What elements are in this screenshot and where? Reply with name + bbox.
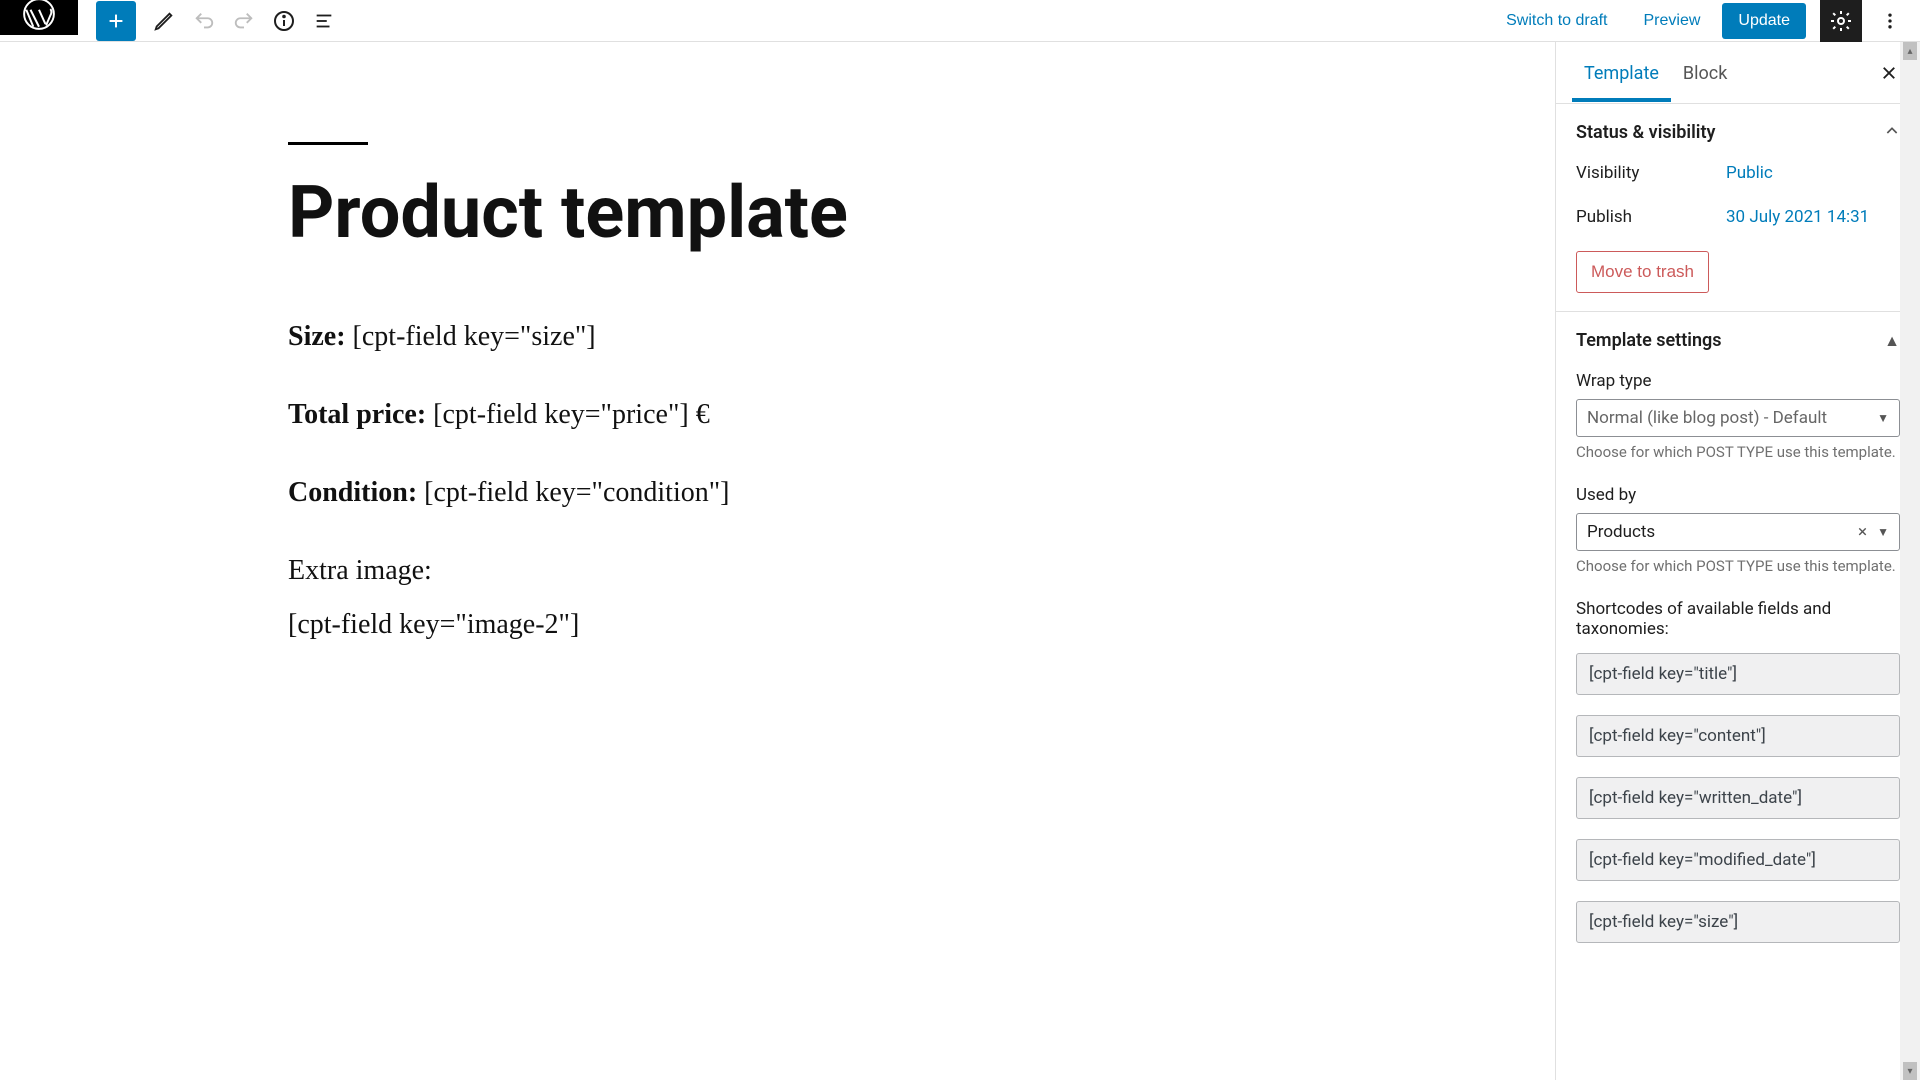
preview-button[interactable]: Preview bbox=[1630, 6, 1715, 36]
price-value: [cpt-field key="price"] € bbox=[426, 399, 710, 430]
condition-line[interactable]: Condition: [cpt-field key="condition"] bbox=[288, 477, 1555, 509]
add-block-button[interactable] bbox=[96, 1, 136, 41]
shortcode-box[interactable]: [cpt-field key="size"] bbox=[1576, 901, 1900, 943]
shortcode-box[interactable]: [cpt-field key="title"] bbox=[1576, 653, 1900, 695]
shortcode-box[interactable]: [cpt-field key="content"] bbox=[1576, 715, 1900, 757]
visibility-row: Visibility Public bbox=[1576, 163, 1900, 183]
chevron-up-icon bbox=[1884, 123, 1900, 143]
wrap-type-helper: Choose for which POST TYPE use this temp… bbox=[1576, 443, 1900, 461]
shortcodes-heading: Shortcodes of available fields and taxon… bbox=[1576, 599, 1900, 639]
tab-template[interactable]: Template bbox=[1572, 45, 1671, 101]
top-toolbar: Switch to draft Preview Update bbox=[0, 0, 1920, 42]
template-settings-panel: Template settings ▲ Wrap type Normal (li… bbox=[1556, 312, 1920, 981]
update-button[interactable]: Update bbox=[1722, 3, 1806, 39]
edit-tool-button[interactable] bbox=[144, 1, 184, 41]
title-separator bbox=[288, 142, 368, 145]
condition-value: [cpt-field key="condition"] bbox=[417, 477, 729, 508]
price-label: Total price: bbox=[288, 399, 426, 430]
used-by-value: Products bbox=[1587, 522, 1858, 542]
switch-to-draft-button[interactable]: Switch to draft bbox=[1492, 6, 1621, 36]
condition-label: Condition: bbox=[288, 477, 417, 508]
publish-value[interactable]: 30 July 2021 14:31 bbox=[1726, 207, 1869, 227]
wordpress-logo[interactable] bbox=[0, 0, 78, 35]
template-settings-title: Template settings bbox=[1576, 330, 1722, 351]
template-settings-header[interactable]: Template settings ▲ bbox=[1576, 330, 1900, 351]
sidebar-tabs: Template Block bbox=[1556, 42, 1920, 104]
list-view-button[interactable] bbox=[304, 1, 344, 41]
shortcode-box[interactable]: [cpt-field key="modified_date"] bbox=[1576, 839, 1900, 881]
clear-used-by-icon[interactable]: × bbox=[1858, 522, 1867, 542]
triangle-up-icon: ▲ bbox=[1884, 331, 1900, 351]
used-by-label: Used by bbox=[1576, 485, 1900, 505]
move-to-trash-button[interactable]: Move to trash bbox=[1576, 251, 1709, 293]
status-visibility-title: Status & visibility bbox=[1576, 122, 1715, 143]
status-visibility-header[interactable]: Status & visibility bbox=[1576, 122, 1900, 143]
post-title[interactable]: Product template bbox=[288, 175, 1555, 251]
price-line[interactable]: Total price: [cpt-field key="price"] € bbox=[288, 399, 1555, 431]
wrap-type-select[interactable]: Normal (like blog post) - Default ▼ bbox=[1576, 399, 1900, 437]
status-visibility-panel: Status & visibility Visibility Public Pu… bbox=[1556, 104, 1920, 312]
editor-canvas[interactable]: Product template Size: [cpt-field key="s… bbox=[0, 42, 1555, 1080]
settings-button[interactable] bbox=[1820, 0, 1862, 42]
settings-sidebar: Template Block Status & visibility Visib… bbox=[1555, 42, 1920, 1080]
extra-image-label-line[interactable]: Extra image: bbox=[288, 555, 1555, 587]
visibility-label: Visibility bbox=[1576, 163, 1726, 183]
used-by-select[interactable]: Products × ▼ bbox=[1576, 513, 1900, 551]
size-label: Size: bbox=[288, 321, 346, 352]
size-value: [cpt-field key="size"] bbox=[346, 321, 596, 352]
caret-down-icon: ▼ bbox=[1877, 525, 1889, 539]
publish-row: Publish 30 July 2021 14:31 bbox=[1576, 207, 1900, 227]
toolbar-left bbox=[0, 0, 344, 41]
size-line[interactable]: Size: [cpt-field key="size"] bbox=[288, 321, 1555, 353]
toolbar-right: Switch to draft Preview Update bbox=[1492, 0, 1910, 41]
info-button[interactable] bbox=[264, 1, 304, 41]
wrap-type-label: Wrap type bbox=[1576, 371, 1900, 391]
used-by-helper: Choose for which POST TYPE use this temp… bbox=[1576, 557, 1900, 575]
more-options-button[interactable] bbox=[1870, 1, 1910, 41]
undo-button bbox=[184, 1, 224, 41]
page-scrollbar[interactable]: ▴ ▾ bbox=[1900, 42, 1920, 1080]
workspace: Product template Size: [cpt-field key="s… bbox=[0, 42, 1920, 1080]
shortcode-box[interactable]: [cpt-field key="written_date"] bbox=[1576, 777, 1900, 819]
tab-block[interactable]: Block bbox=[1671, 45, 1739, 101]
scrollbar-up-arrow[interactable]: ▴ bbox=[1903, 42, 1917, 60]
scrollbar-down-arrow[interactable]: ▾ bbox=[1903, 1062, 1917, 1080]
caret-down-icon: ▼ bbox=[1877, 411, 1889, 425]
publish-label: Publish bbox=[1576, 207, 1726, 227]
redo-button bbox=[224, 1, 264, 41]
wrap-type-value: Normal (like blog post) - Default bbox=[1587, 408, 1877, 428]
extra-image-shortcode[interactable]: [cpt-field key="image-2"] bbox=[288, 609, 1555, 641]
visibility-value[interactable]: Public bbox=[1726, 163, 1773, 183]
